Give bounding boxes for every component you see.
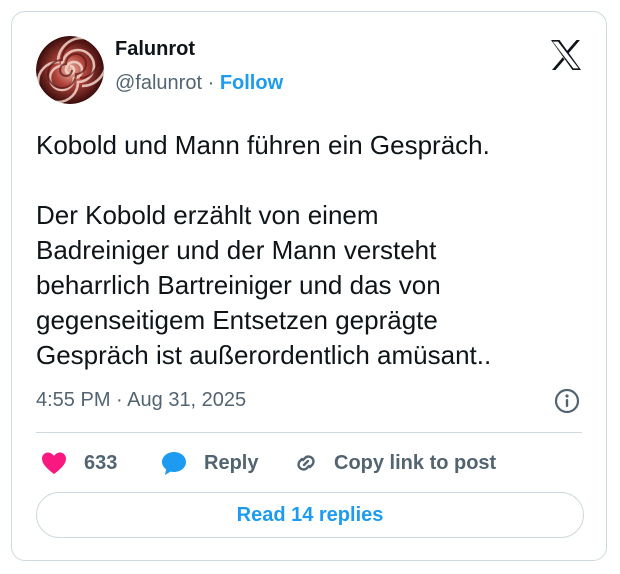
read-replies-button[interactable]: Read 14 replies [36, 492, 584, 538]
tweet-line: Badreiniger und der Mann versteht [36, 235, 437, 265]
tweet-time: 4:55 PM [36, 389, 111, 411]
copy-link-label: Copy link to post [334, 451, 497, 474]
tweet-line: Der Kobold erzählt von einem [36, 200, 379, 230]
like-count: 633 [84, 451, 118, 474]
like-button[interactable]: 633 [40, 448, 117, 478]
separator-dot: · [116, 389, 123, 411]
author-handle-row: @falunrot · Follow [115, 72, 283, 95]
tweet-line: Gespräch ist außerordentlich amüsant.. [36, 340, 492, 370]
action-bar: 633 Reply Copy link to post [36, 448, 596, 478]
separator-dot: · [207, 72, 215, 94]
divider [36, 432, 582, 433]
author-name[interactable]: Falunrot [115, 38, 195, 61]
copy-link-button[interactable]: Copy link to post [292, 448, 496, 478]
author-handle[interactable]: @falunrot [115, 72, 202, 94]
spiral-avatar-icon [36, 36, 104, 104]
tweet-text: Kobold und Mann führen ein Gespräch. Der… [36, 128, 596, 373]
timestamp[interactable]: 4:55 PM · Aug 31, 2025 [36, 389, 246, 412]
reply-button[interactable]: Reply [160, 448, 258, 478]
link-icon [297, 455, 315, 471]
heart-icon [42, 452, 66, 474]
follow-button[interactable]: Follow [220, 72, 283, 94]
info-icon[interactable] [554, 388, 580, 414]
tweet-line: gegenseitigem Entsetzen geprägte [36, 305, 438, 335]
tweet-line: beharrlich Bartreiniger und das von [36, 270, 441, 300]
read-replies-label: Read 14 replies [236, 503, 384, 526]
reply-bubble-icon [162, 452, 186, 475]
tweet-date: Aug 31, 2025 [127, 389, 247, 411]
tweet-line: Kobold und Mann führen ein Gespräch. [36, 130, 490, 160]
avatar[interactable] [36, 36, 104, 104]
x-logo-icon[interactable] [550, 40, 582, 70]
tweet-card: Falunrot @falunrot · Follow Kobold und M… [11, 11, 607, 561]
reply-label: Reply [204, 451, 259, 474]
